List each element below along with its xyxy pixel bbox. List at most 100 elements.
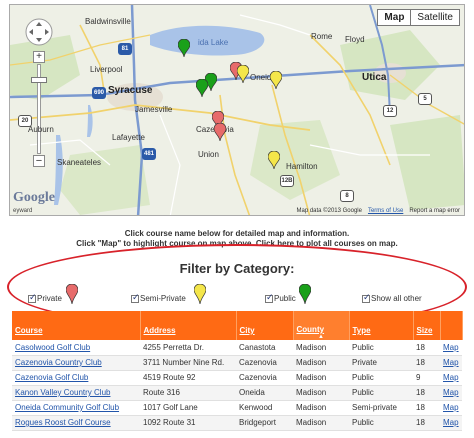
table-row: Oneida Community Golf Club 1017 Golf Lane… bbox=[12, 400, 462, 416]
type-cell: Public bbox=[349, 370, 413, 386]
town-label-union: Union bbox=[198, 150, 219, 159]
type-cell: Public bbox=[349, 415, 413, 431]
course-name-link[interactable]: Oneida Community Golf Club bbox=[12, 400, 140, 416]
map-pin-semi-private[interactable] bbox=[270, 71, 282, 89]
filter-show-all-other[interactable]: Show all other bbox=[362, 292, 422, 303]
course-name-link[interactable]: Rogues Roost Golf Course bbox=[12, 415, 140, 431]
address-cell: 4255 Perretta Dr. bbox=[140, 340, 236, 356]
town-label-syracuse: Syracuse bbox=[108, 85, 153, 96]
map-link[interactable]: Map bbox=[440, 355, 462, 371]
report-map-error-link[interactable]: Report a map error bbox=[409, 208, 460, 214]
column-header-course[interactable]: Course bbox=[12, 311, 141, 340]
size-cell: 18 bbox=[413, 340, 440, 356]
public-checkbox[interactable] bbox=[265, 292, 274, 303]
map-link[interactable]: Map bbox=[440, 400, 462, 416]
map-pin-private[interactable] bbox=[214, 123, 226, 141]
column-header-address[interactable]: Address bbox=[140, 311, 237, 340]
county-cell: Madison bbox=[293, 340, 349, 356]
zoom-in-button[interactable]: + bbox=[33, 51, 45, 63]
filter-title: Filter by Category: bbox=[179, 261, 295, 276]
map-pin-public[interactable] bbox=[196, 79, 208, 97]
city-cell: Oneida bbox=[236, 385, 293, 401]
size-cell: 18 bbox=[413, 415, 440, 431]
column-header-city[interactable]: City bbox=[236, 311, 294, 340]
map-pin-semi-private[interactable] bbox=[237, 65, 249, 83]
column-header-type[interactable]: Type bbox=[349, 311, 414, 340]
satellite-view-button[interactable]: Satellite bbox=[411, 10, 459, 25]
city-cell: Bridgeport bbox=[236, 415, 293, 431]
map-link[interactable]: Map bbox=[440, 340, 462, 356]
city-cell: Cazenovia bbox=[236, 370, 293, 386]
map-type-control: Map Satellite bbox=[377, 9, 460, 26]
address-cell: 4519 Route 92 bbox=[140, 370, 236, 386]
type-cell: Semi-private bbox=[349, 400, 413, 416]
zoom-slider-handle[interactable] bbox=[31, 77, 47, 83]
table-row: Cazenovia Golf Club 4519 Route 92 Cazenovi… bbox=[12, 370, 462, 386]
instructions-line-1: Click course name below for detailed map… bbox=[124, 229, 350, 238]
column-header-map bbox=[440, 311, 463, 340]
semi-private-pin-icon bbox=[194, 284, 206, 304]
instructions-line-2[interactable]: Click "Map" to highlight course on map a… bbox=[0, 239, 474, 248]
map-footer: Map data ©2013 Google Terms of Use Repor… bbox=[297, 208, 461, 214]
course-table: Course Address City County ▲ Type Size Ca… bbox=[12, 311, 463, 431]
semi-private-checkbox[interactable] bbox=[131, 292, 140, 303]
highway-shield-5: 5 bbox=[418, 93, 432, 105]
course-name-link[interactable]: Cazenovia Golf Club bbox=[12, 370, 140, 386]
course-name-link[interactable]: Kanon Valley Country Club bbox=[12, 385, 140, 401]
private-checkbox[interactable] bbox=[28, 292, 37, 303]
town-label-hamilton: Hamilton bbox=[286, 162, 318, 171]
table-row: Kanon Valley Country Club Route 316 Oneida… bbox=[12, 385, 462, 401]
zoom-out-button[interactable]: − bbox=[33, 155, 45, 167]
type-cell: Public bbox=[349, 385, 413, 401]
town-label-lafayette: Lafayette bbox=[112, 133, 145, 142]
address-cell: Route 316 bbox=[140, 385, 236, 401]
town-label-skaneateles: Skaneateles bbox=[57, 158, 102, 167]
map-view-button[interactable]: Map bbox=[378, 10, 412, 25]
size-cell: 18 bbox=[413, 355, 440, 371]
map-link[interactable]: Map bbox=[440, 370, 462, 386]
highway-shield-12: 12 bbox=[383, 105, 397, 117]
city-cell: Canastota bbox=[236, 340, 293, 356]
filter-public[interactable]: Public bbox=[265, 292, 296, 303]
size-cell: 18 bbox=[413, 400, 440, 416]
type-cell: Public bbox=[349, 340, 413, 356]
table-row: Rogues Roost Golf Course 1092 Route 31 Bri… bbox=[12, 415, 462, 431]
course-name-link[interactable]: Cazenovia Country Club bbox=[12, 355, 140, 371]
column-header-county[interactable]: County ▲ bbox=[293, 311, 350, 340]
course-map[interactable]: + − Map Satellite Baldwinsville Liverpoo… bbox=[9, 4, 465, 216]
public-label: Public bbox=[274, 294, 296, 303]
county-cell: Madison bbox=[293, 415, 349, 431]
map-pin-semi-private[interactable] bbox=[268, 151, 280, 169]
private-label: Private bbox=[37, 294, 62, 303]
town-label-utica: Utica bbox=[362, 72, 387, 83]
highway-shield-690: 690 bbox=[92, 87, 106, 99]
terms-of-use-link[interactable]: Terms of Use bbox=[368, 208, 403, 214]
address-cell: 1017 Golf Lane bbox=[140, 400, 236, 416]
town-label-baldwinsville: Baldwinsville bbox=[85, 17, 131, 26]
map-link[interactable]: Map bbox=[440, 415, 462, 431]
filter-private[interactable]: Private bbox=[28, 292, 62, 303]
google-logo[interactable]: Google bbox=[13, 190, 55, 206]
table-row: Casolwood Golf Club 4255 Perretta Dr. Cana… bbox=[12, 340, 462, 356]
size-cell: 18 bbox=[413, 385, 440, 401]
course-name-link[interactable]: Casolwood Golf Club bbox=[12, 340, 140, 356]
map-attribution-left: eyward bbox=[13, 208, 33, 214]
map-pin-public[interactable] bbox=[178, 39, 190, 57]
county-cell: Madison bbox=[293, 400, 349, 416]
town-label-rome: Rome bbox=[311, 32, 333, 41]
county-cell: Madison bbox=[293, 370, 349, 386]
county-cell: Madison bbox=[293, 355, 349, 371]
town-label-liverpool: Liverpool bbox=[90, 65, 123, 74]
public-pin-icon bbox=[299, 284, 311, 304]
type-cell: Private bbox=[349, 355, 413, 371]
address-cell: 3711 Number Nine Rd. bbox=[140, 355, 236, 371]
map-copyright: Map data ©2013 Google bbox=[296, 208, 362, 214]
filter-semi-private[interactable]: Semi-Private bbox=[131, 292, 186, 303]
table-header-row: Course Address City County ▲ Type Size bbox=[12, 311, 463, 340]
pan-control[interactable] bbox=[24, 17, 54, 47]
town-label-floyd: Floyd bbox=[345, 35, 365, 44]
column-header-size[interactable]: Size bbox=[413, 311, 441, 340]
show-all-other-checkbox[interactable] bbox=[362, 292, 371, 303]
highway-shield-20: 20 bbox=[18, 115, 32, 127]
map-link[interactable]: Map bbox=[440, 385, 462, 401]
